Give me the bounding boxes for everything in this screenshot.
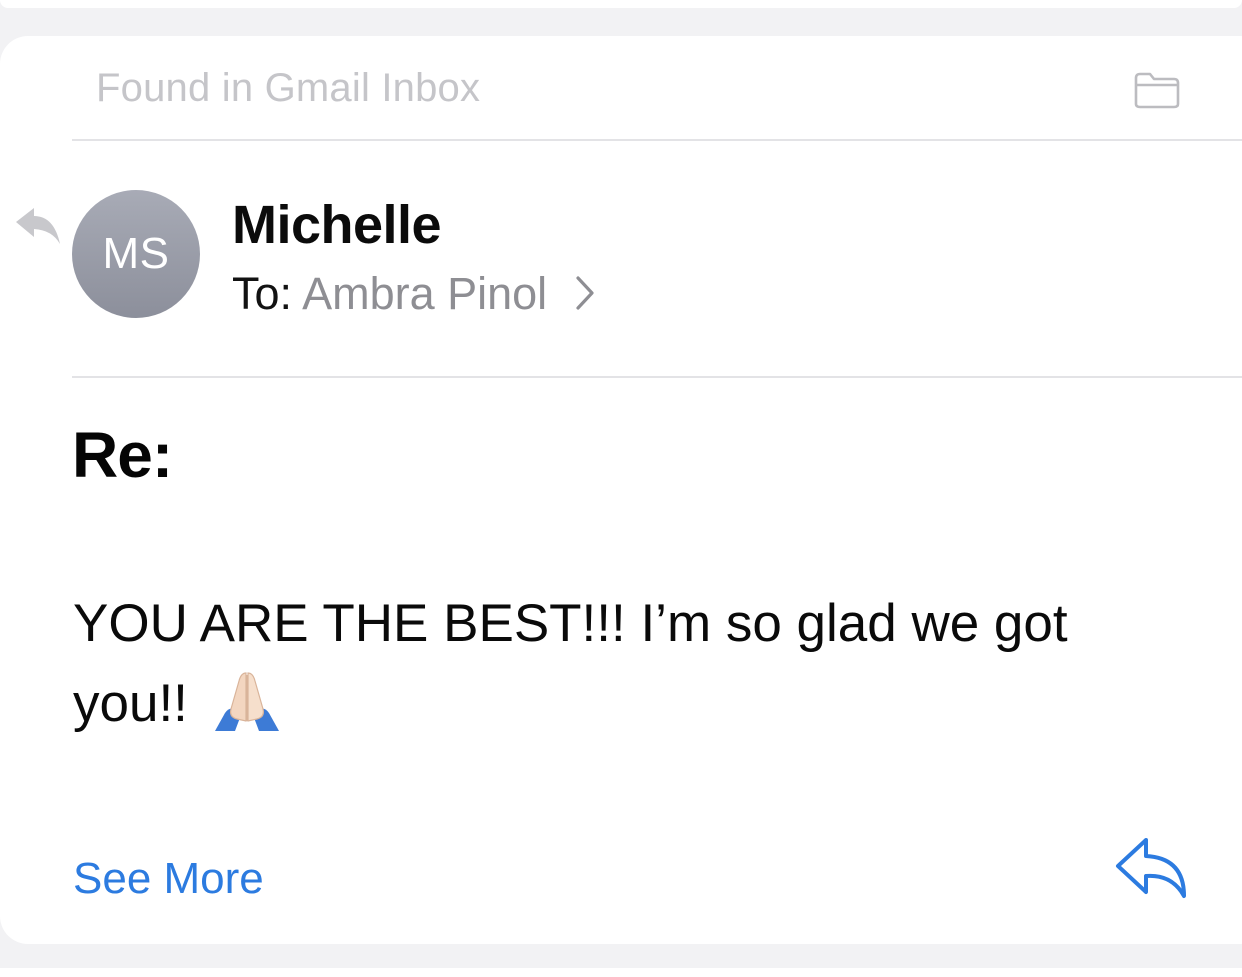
folder-icon[interactable]: [1132, 70, 1182, 110]
source-label: Found in Gmail Inbox: [96, 66, 481, 110]
sender-name[interactable]: Michelle: [232, 194, 442, 256]
avatar-initials: MS: [102, 229, 170, 278]
message-body: YOU ARE THE BEST!!! I’m so glad we got y…: [73, 584, 1163, 744]
recipient-divider: [72, 376, 1242, 378]
avatar[interactable]: MS: [72, 190, 200, 318]
chevron-right-icon[interactable]: [574, 275, 596, 311]
subject: Re:: [72, 419, 173, 491]
mail-card[interactable]: [0, 36, 1242, 944]
next-card-edge: [0, 968, 1242, 977]
recipient-row[interactable]: To: Ambra Pinol: [232, 268, 596, 320]
header-divider: [72, 139, 1242, 141]
replied-indicator-icon: [16, 208, 60, 244]
to-label: To:: [232, 268, 293, 319]
recipient-name[interactable]: Ambra Pinol: [302, 268, 547, 319]
folded-hands-icon: [214, 672, 279, 731]
see-more-link[interactable]: See More: [73, 854, 264, 904]
reply-icon[interactable]: [1112, 834, 1190, 900]
previous-card-edge: [0, 0, 1242, 8]
